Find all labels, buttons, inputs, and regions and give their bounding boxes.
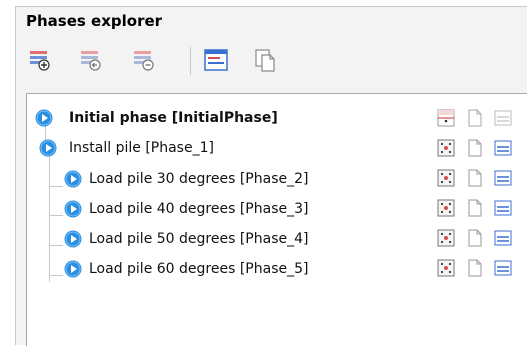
page-icon[interactable] xyxy=(466,139,484,157)
phase-play-icon xyxy=(64,230,82,248)
toolbar-separator xyxy=(190,47,191,75)
add-phase-button[interactable] xyxy=(77,43,105,77)
phase-label: Load pile 50 degrees [Phase_4] xyxy=(89,231,309,247)
phase-settings-icon[interactable] xyxy=(494,229,512,247)
panel-title: Phases explorer xyxy=(26,12,163,30)
phase-label: Load pile 60 degrees [Phase_5] xyxy=(89,261,309,277)
page-icon[interactable] xyxy=(466,259,484,277)
tree-row-phase-2[interactable]: Load pile 30 degrees [Phase_2] xyxy=(27,164,527,192)
phase-label: Install pile [Phase_1] xyxy=(69,140,214,156)
add-phase-icon xyxy=(81,51,101,71)
tree-row-initial-phase[interactable]: Initial phase [InitialPhase] xyxy=(27,104,527,132)
copy-phase-icon xyxy=(255,49,275,72)
phase-play-icon xyxy=(64,260,82,278)
calculation-type-icon[interactable] xyxy=(437,259,455,277)
calculation-type-icon[interactable] xyxy=(437,229,455,247)
phase-settings-icon xyxy=(204,49,228,71)
tree-row-phase-4[interactable]: Load pile 50 degrees [Phase_4] xyxy=(27,224,527,252)
tree-row-phase-3[interactable]: Load pile 40 degrees [Phase_3] xyxy=(27,194,527,222)
delete-phase-icon xyxy=(134,51,154,71)
phase-settings-icon[interactable] xyxy=(494,199,512,217)
page-icon[interactable] xyxy=(466,229,484,247)
phase-settings-icon[interactable] xyxy=(494,169,512,187)
phase-label: Load pile 30 degrees [Phase_2] xyxy=(89,171,309,187)
phase-settings-icon[interactable] xyxy=(494,259,512,277)
calculation-type-icon[interactable] xyxy=(437,199,455,217)
phase-play-icon xyxy=(35,109,53,127)
phase-play-icon xyxy=(64,170,82,188)
toolbar xyxy=(24,43,524,79)
calculation-type-icon[interactable] xyxy=(437,169,455,187)
insert-phase-button[interactable] xyxy=(26,43,54,77)
insert-phase-icon xyxy=(30,51,50,71)
page-icon[interactable] xyxy=(466,169,484,187)
phase-label: Load pile 40 degrees [Phase_3] xyxy=(89,201,309,217)
page-icon[interactable] xyxy=(466,109,484,127)
phases-tree: Initial phase [InitialPhase] Install pil… xyxy=(26,93,527,346)
delete-phase-button[interactable] xyxy=(130,43,158,77)
calculation-type-icon[interactable] xyxy=(437,139,455,157)
phase-label: Initial phase [InitialPhase] xyxy=(69,110,278,126)
copy-phase-button[interactable] xyxy=(252,43,280,77)
tree-row-install-pile[interactable]: Install pile [Phase_1] xyxy=(27,134,527,162)
phase-settings-icon[interactable] xyxy=(494,109,512,127)
phase-play-icon xyxy=(64,200,82,218)
phase-settings-button[interactable] xyxy=(202,43,230,77)
phase-play-icon xyxy=(39,139,57,157)
page-icon[interactable] xyxy=(466,199,484,217)
tree-row-phase-5[interactable]: Load pile 60 degrees [Phase_5] xyxy=(27,254,527,282)
phase-settings-icon[interactable] xyxy=(494,139,512,157)
phases-explorer-panel: Phases explorer Initial phase [InitialPh… xyxy=(15,6,527,346)
calculation-type-icon[interactable] xyxy=(437,109,455,127)
